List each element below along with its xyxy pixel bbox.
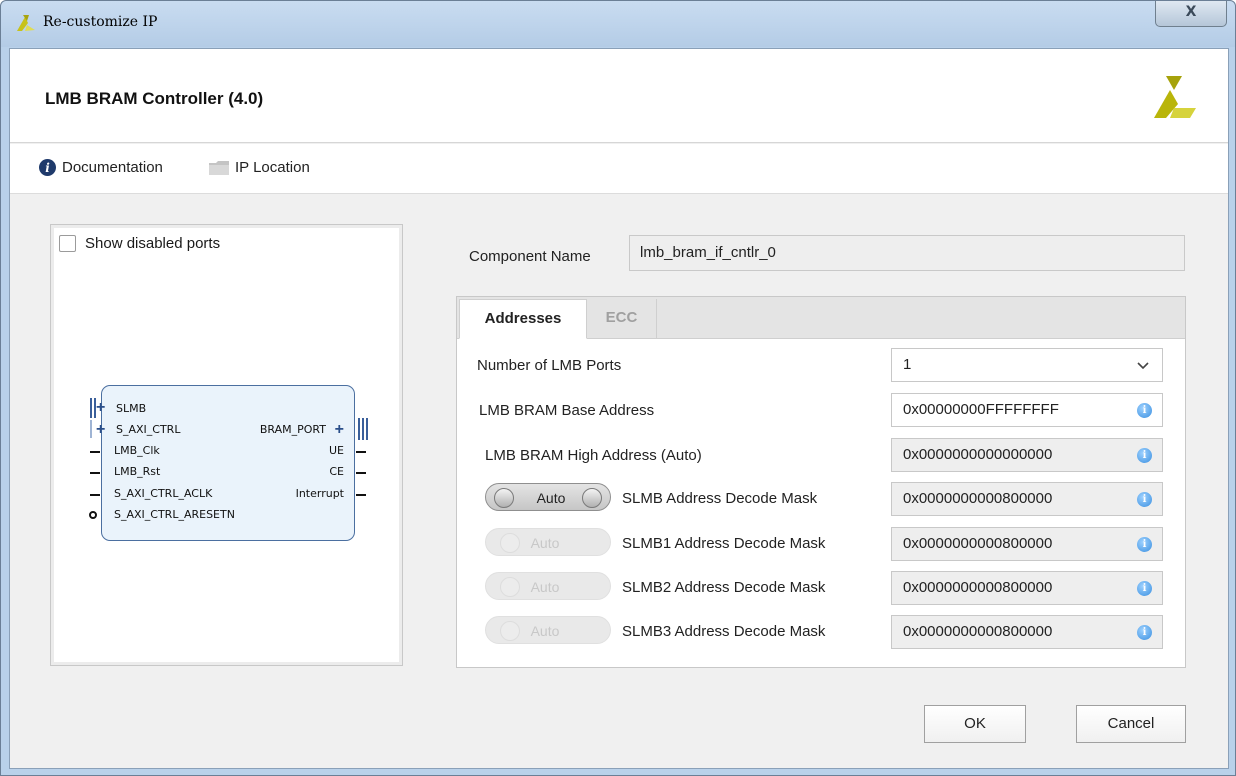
- interrupt-pin: [356, 494, 366, 496]
- ip-block-symbol: + SLMB + S_AXI_CTRL LMB_Clk LMB_Rst S_AX…: [89, 385, 368, 541]
- ip-symbol-panel: Show disabled ports + SLMB + S_AXI_CTRL …: [50, 224, 403, 666]
- cancel-button[interactable]: Cancel: [1076, 705, 1186, 743]
- doc-toolbar: i Documentation IP Location: [10, 144, 1228, 194]
- ip-location-label: IP Location: [235, 159, 310, 176]
- slmb3-mask-auto-toggle: Auto: [485, 616, 611, 644]
- high-address-field: 0x0000000000000000 i: [891, 438, 1163, 472]
- slmb1-mask-field: 0x0000000000800000 i: [891, 527, 1163, 561]
- ok-button[interactable]: OK: [924, 705, 1026, 743]
- slmb2-mask-info-icon[interactable]: i: [1137, 581, 1152, 596]
- port-s-axi-ctrl: S_AXI_CTRL: [116, 423, 181, 436]
- ip-title: LMB BRAM Controller (4.0): [45, 89, 264, 108]
- show-disabled-ports-checkbox[interactable]: Show disabled ports: [59, 235, 220, 252]
- window-title: Re-customize IP: [43, 14, 158, 30]
- slmb2-mask-value: 0x0000000000800000: [903, 579, 1053, 596]
- port-lmb-rst: LMB_Rst: [114, 465, 161, 478]
- component-name-label: Component Name: [469, 248, 591, 265]
- ip-header: LMB BRAM Controller (4.0): [10, 49, 1228, 143]
- tab-ecc[interactable]: ECC: [587, 299, 657, 339]
- port-s-axi-ctrl-aresetn: S_AXI_CTRL_ARESETN: [114, 508, 235, 521]
- slmb1-mask-label: SLMB1 Address Decode Mask: [622, 535, 826, 552]
- port-interrupt: Interrupt: [295, 487, 344, 500]
- slmb3-mask-info-icon[interactable]: i: [1137, 625, 1152, 640]
- component-name-field[interactable]: lmb_bram_if_cntlr_0: [629, 235, 1185, 271]
- slmb3-mask-label: SLMB3 Address Decode Mask: [622, 623, 826, 640]
- ce-pin: [356, 472, 366, 474]
- bram-port-bus-bar: [358, 418, 360, 440]
- dialog-window: Re-customize IP X LMB BRAM Controller (4…: [0, 0, 1236, 776]
- title-bar[interactable]: Re-customize IP X: [1, 1, 1235, 47]
- high-address-label: LMB BRAM High Address (Auto): [485, 447, 702, 464]
- high-address-value: 0x0000000000000000: [903, 446, 1053, 463]
- tab-addresses[interactable]: Addresses: [459, 299, 587, 339]
- port-ue: UE: [328, 444, 344, 457]
- slmb-mask-info-icon[interactable]: i: [1137, 492, 1152, 507]
- toggle-knob: [494, 488, 514, 508]
- lmb-rst-pin: [90, 472, 100, 474]
- base-address-info-icon[interactable]: i: [1137, 403, 1152, 418]
- lmb-clk-pin: [90, 451, 100, 453]
- slmb3-mask-value: 0x0000000000800000: [903, 623, 1053, 640]
- checkbox-box[interactable]: [59, 235, 76, 252]
- documentation-link[interactable]: i Documentation: [39, 159, 163, 176]
- ue-pin: [356, 451, 366, 453]
- slmb2-mask-auto-toggle: Auto: [485, 572, 611, 600]
- high-address-info-icon[interactable]: i: [1137, 448, 1152, 463]
- s-axi-ctrl-bus-bar: [90, 420, 92, 438]
- s-axi-ctrl-aclk-pin: [90, 494, 100, 496]
- slmb1-mask-info-icon[interactable]: i: [1137, 537, 1152, 552]
- documentation-label: Documentation: [62, 159, 163, 176]
- port-ce: CE: [329, 465, 344, 478]
- num-lmb-ports-select[interactable]: 1: [891, 348, 1163, 382]
- slmb3-mask-field: 0x0000000000800000 i: [891, 615, 1163, 649]
- close-button[interactable]: X: [1155, 1, 1227, 27]
- slmb2-mask-auto-label: Auto: [530, 579, 560, 595]
- dialog-client: LMB BRAM Controller (4.0) i Documentatio…: [9, 48, 1229, 769]
- config-tab-panel: Addresses ECC Number of LMB Ports 1 LMB …: [456, 296, 1186, 668]
- vivado-app-icon: [17, 15, 35, 31]
- base-address-value: 0x00000000FFFFFFFF: [903, 401, 1059, 418]
- xilinx-logo-icon: [1154, 76, 1196, 118]
- slmb-expand-icon[interactable]: +: [96, 400, 105, 416]
- folder-icon: [209, 160, 229, 175]
- port-s-axi-ctrl-aclk: S_AXI_CTRL_ACLK: [114, 487, 213, 500]
- tab-strip: Addresses ECC: [457, 297, 1185, 339]
- toggle-knob-right: [582, 488, 602, 508]
- port-lmb-clk: LMB_Clk: [114, 444, 160, 457]
- base-address-label: LMB BRAM Base Address: [479, 402, 655, 419]
- slmb-bus-bar: [90, 398, 92, 418]
- port-slmb: SLMB: [116, 402, 147, 415]
- base-address-field[interactable]: 0x00000000FFFFFFFF i: [891, 393, 1163, 427]
- ip-location-link[interactable]: IP Location: [209, 159, 310, 176]
- slmb-mask-auto-label: Auto: [536, 490, 566, 506]
- slmb-mask-label: SLMB Address Decode Mask: [622, 490, 818, 507]
- aresetn-invert-bubble: [89, 511, 97, 519]
- num-lmb-ports-value: 1: [903, 356, 912, 373]
- bram-port-bus-bar-3: [366, 418, 368, 440]
- chevron-down-icon: [1137, 362, 1149, 370]
- info-icon: i: [39, 159, 56, 176]
- slmb-mask-auto-toggle[interactable]: Auto: [485, 483, 611, 511]
- slmb1-mask-value: 0x0000000000800000: [903, 535, 1053, 552]
- bram-port-bus-bar-2: [362, 418, 364, 440]
- slmb1-mask-auto-toggle: Auto: [485, 528, 611, 556]
- bram-port-expand-icon[interactable]: +: [335, 422, 344, 438]
- port-bram-port: BRAM_PORT: [259, 423, 326, 436]
- num-lmb-ports-label: Number of LMB Ports: [477, 357, 622, 374]
- slmb2-mask-field: 0x0000000000800000 i: [891, 571, 1163, 605]
- slmb-mask-field: 0x0000000000800000 i: [891, 482, 1163, 516]
- slmb2-mask-label: SLMB2 Address Decode Mask: [622, 579, 826, 596]
- slmb1-mask-auto-label: Auto: [530, 535, 560, 551]
- slmb3-mask-auto-label: Auto: [530, 623, 560, 639]
- s-axi-ctrl-expand-icon[interactable]: +: [96, 422, 105, 438]
- slmb-mask-value: 0x0000000000800000: [903, 490, 1053, 507]
- show-disabled-ports-label: Show disabled ports: [85, 235, 221, 252]
